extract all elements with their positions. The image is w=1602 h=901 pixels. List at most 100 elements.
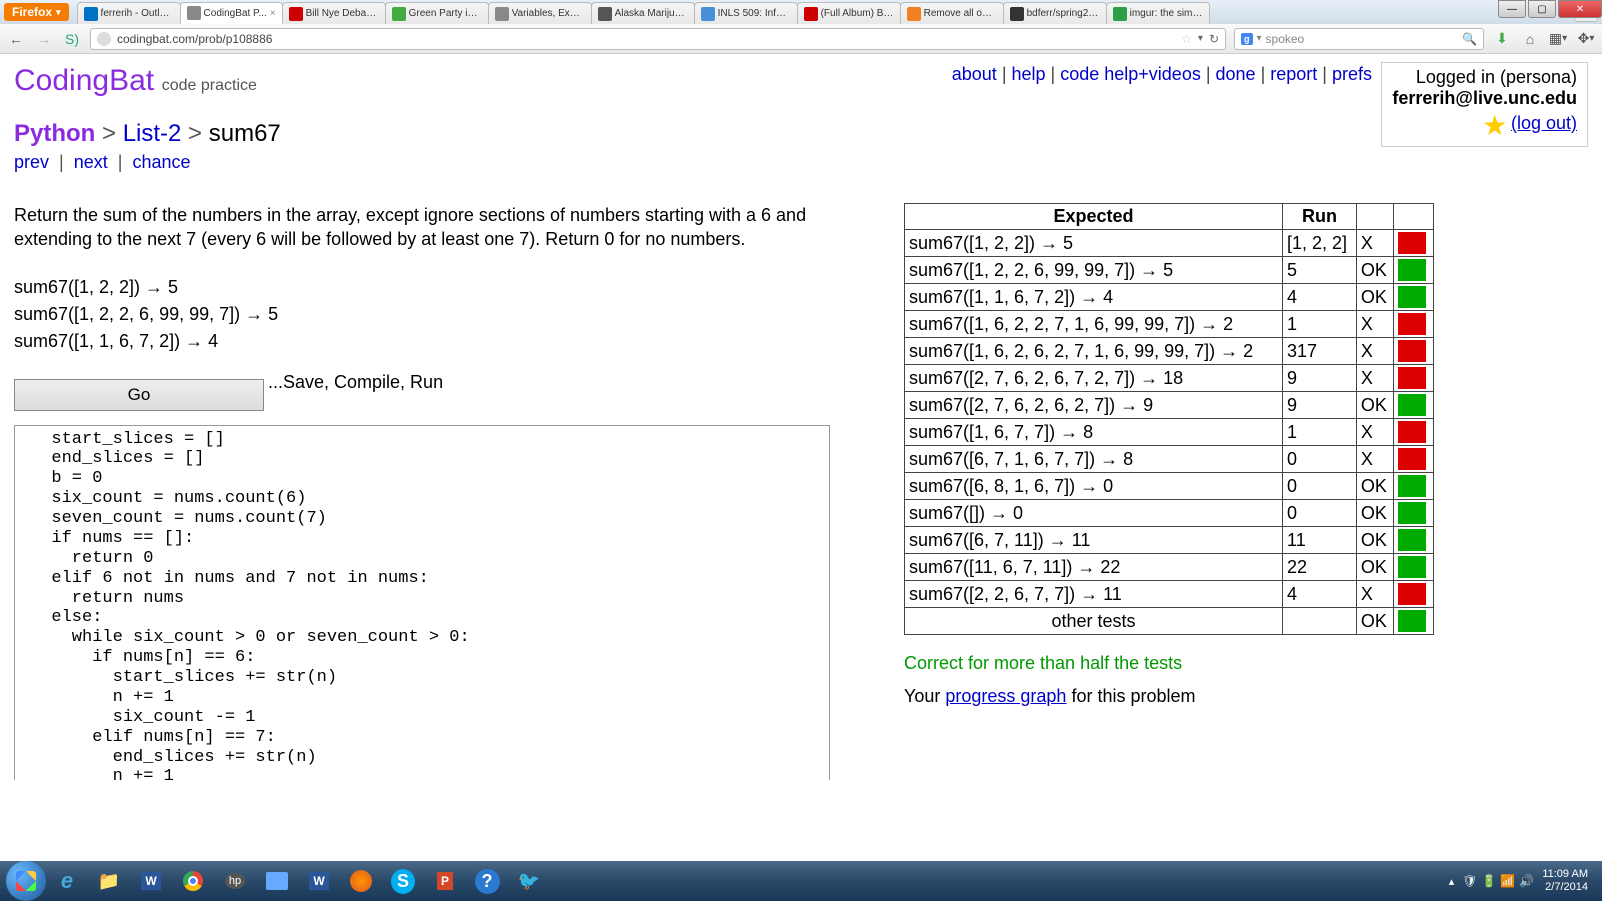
cell-ok: OK (1356, 392, 1393, 419)
tab-favicon (187, 6, 201, 20)
logout-link[interactable]: (log out) (1511, 113, 1577, 133)
browser-tab[interactable]: INLS 509: Infor... (694, 2, 798, 24)
search-engine-dropdown[interactable]: ▾ (1257, 33, 1262, 44)
next-link[interactable]: next (74, 152, 108, 172)
tray-battery-icon[interactable]: 🔋 (1481, 874, 1496, 888)
maximize-button[interactable]: ▢ (1528, 0, 1556, 18)
tab-favicon (907, 7, 921, 21)
browser-tab[interactable]: imgur: the simp... (1106, 2, 1210, 24)
nav-code help+videos[interactable]: code help+videos (1060, 64, 1201, 84)
taskbar-pidgin[interactable]: 🐦 (509, 865, 549, 897)
browser-tab[interactable]: CodingBat P...× (180, 2, 283, 24)
problem-examples: sum67([1, 2, 2]) → 5sum67([1, 2, 2, 6, 9… (14, 274, 874, 355)
nav-help[interactable]: help (1012, 64, 1046, 84)
cell-expected: sum67([6, 7, 1, 6, 7, 7]) → 8 (905, 446, 1283, 473)
cell-status (1394, 230, 1434, 257)
taskbar-word2[interactable]: W (299, 865, 339, 897)
browser-tab[interactable]: Green Party in ... (385, 2, 489, 24)
downloads-button[interactable]: ⬇ (1492, 29, 1512, 49)
taskbar-firefox[interactable] (341, 865, 381, 897)
system-tray: ▴ 🛡 🔋 📶 🔊 11:09 AM 2/7/2014 (1449, 868, 1596, 894)
cell-status (1394, 473, 1434, 500)
scrapbook-button[interactable]: S) (62, 29, 82, 49)
tray-expand-icon[interactable]: ▴ (1449, 875, 1455, 888)
start-button[interactable] (6, 861, 46, 901)
cell-status (1394, 365, 1434, 392)
windows-taskbar: e 📁 W hp W S P ? 🐦 ▴ 🛡 🔋 📶 🔊 11:09 AM 2/… (0, 861, 1602, 901)
taskbar-app1[interactable] (257, 865, 297, 897)
result-row: sum67([2, 7, 6, 2, 6, 7, 2, 7]) → 189X (905, 365, 1434, 392)
site-favicon (97, 32, 111, 46)
tray-volume-icon[interactable]: 🔊 (1519, 874, 1534, 888)
cell-ok: OK (1356, 554, 1393, 581)
search-go-icon[interactable]: 🔍 (1462, 32, 1477, 46)
cell-status (1394, 311, 1434, 338)
prev-link[interactable]: prev (14, 152, 49, 172)
close-window-button[interactable]: ✕ (1558, 0, 1602, 18)
feed-button[interactable]: ▦▾ (1548, 29, 1568, 49)
nav-prefs[interactable]: prefs (1332, 64, 1372, 84)
taskbar-hp[interactable]: hp (215, 865, 255, 897)
cell-ok: X (1356, 230, 1393, 257)
result-row: sum67([6, 8, 1, 6, 7]) → 00OK (905, 473, 1434, 500)
browser-tab[interactable]: Remove all occ... (900, 2, 1004, 24)
reload-icon[interactable]: ↻ (1209, 32, 1219, 46)
progress-message: Your progress graph for this problem (904, 686, 1434, 707)
crumb-category[interactable]: List-2 (123, 120, 182, 147)
result-row: sum67([1, 2, 2, 6, 99, 99, 7]) → 55OK (905, 257, 1434, 284)
browser-tab[interactable]: ferrerih - Outloo... (77, 2, 181, 24)
url-text: codingbat.com/prob/p108886 (117, 32, 1175, 46)
taskbar-word1[interactable]: W (131, 865, 171, 897)
browser-tab[interactable]: Alaska Marijuan... (591, 2, 695, 24)
firefox-menu-button[interactable]: Firefox (4, 3, 69, 21)
minimize-button[interactable]: — (1498, 0, 1526, 18)
nav-done[interactable]: done (1216, 64, 1256, 84)
cell-run: 1 (1283, 419, 1357, 446)
codingbat-logo[interactable]: CodingBat (14, 64, 154, 97)
cell-expected: sum67([1, 2, 2]) → 5 (905, 230, 1283, 257)
cell-status (1394, 527, 1434, 554)
code-editor[interactable] (14, 425, 830, 780)
browser-tab[interactable]: (Full Album) Bu... (797, 2, 901, 24)
taskbar-explorer[interactable]: 📁 (89, 865, 129, 897)
cell-expected: sum67([1, 6, 2, 2, 7, 1, 6, 99, 99, 7]) … (905, 311, 1283, 338)
search-box[interactable]: g ▾ spokeo 🔍 (1234, 28, 1484, 50)
tray-network-icon[interactable]: 📶 (1500, 874, 1515, 888)
taskbar-skype[interactable]: S (383, 865, 423, 897)
result-row: sum67([]) → 00OK (905, 500, 1434, 527)
tab-label: CodingBat P... (204, 8, 267, 19)
taskbar-powerpoint[interactable]: P (425, 865, 465, 897)
subnav: prev | next | chance (14, 152, 1588, 173)
chance-link[interactable]: chance (132, 152, 190, 172)
nav-report[interactable]: report (1270, 64, 1317, 84)
tools-button[interactable]: ✥▾ (1576, 29, 1596, 49)
bookmark-star-icon[interactable]: ☆ (1181, 32, 1192, 46)
go-button[interactable]: Go (14, 379, 264, 411)
browser-titlebar: Firefox ferrerih - Outloo...CodingBat P.… (0, 0, 1602, 24)
back-button[interactable]: ← (6, 29, 26, 49)
forward-button[interactable]: → (34, 29, 54, 49)
tab-label: Alaska Marijuan... (615, 8, 688, 19)
url-bar[interactable]: codingbat.com/prob/p108886 ☆ ▾ ↻ (90, 28, 1226, 50)
tab-close-icon[interactable]: × (270, 8, 276, 19)
tray-clock[interactable]: 11:09 AM 2/7/2014 (1542, 868, 1588, 894)
taskbar-ie[interactable]: e (47, 865, 87, 897)
taskbar-chrome[interactable] (173, 865, 213, 897)
cell-ok: X (1356, 338, 1393, 365)
home-button[interactable]: ⌂ (1520, 29, 1540, 49)
browser-tab[interactable]: Variables, Expres... (488, 2, 592, 24)
progress-graph-link[interactable]: progress graph (945, 686, 1066, 706)
nav-about[interactable]: about (952, 64, 997, 84)
cell-expected: sum67([6, 8, 1, 6, 7]) → 0 (905, 473, 1283, 500)
result-row: sum67([1, 6, 2, 2, 7, 1, 6, 99, 99, 7]) … (905, 311, 1434, 338)
url-dropdown-icon[interactable]: ▾ (1198, 33, 1203, 44)
tab-label: imgur: the simp... (1130, 8, 1203, 19)
tab-label: (Full Album) Bu... (821, 8, 894, 19)
browser-tab[interactable]: Bill Nye Debates... (282, 2, 386, 24)
crumb-lang[interactable]: Python (14, 120, 95, 147)
taskbar-help[interactable]: ? (467, 865, 507, 897)
browser-tab[interactable]: bdferr/spring2014 (1003, 2, 1107, 24)
cell-expected: sum67([2, 2, 6, 7, 7]) → 11 (905, 581, 1283, 608)
tray-shield-icon[interactable]: 🛡 (1462, 874, 1477, 888)
result-row: sum67([6, 7, 11]) → 1111OK (905, 527, 1434, 554)
